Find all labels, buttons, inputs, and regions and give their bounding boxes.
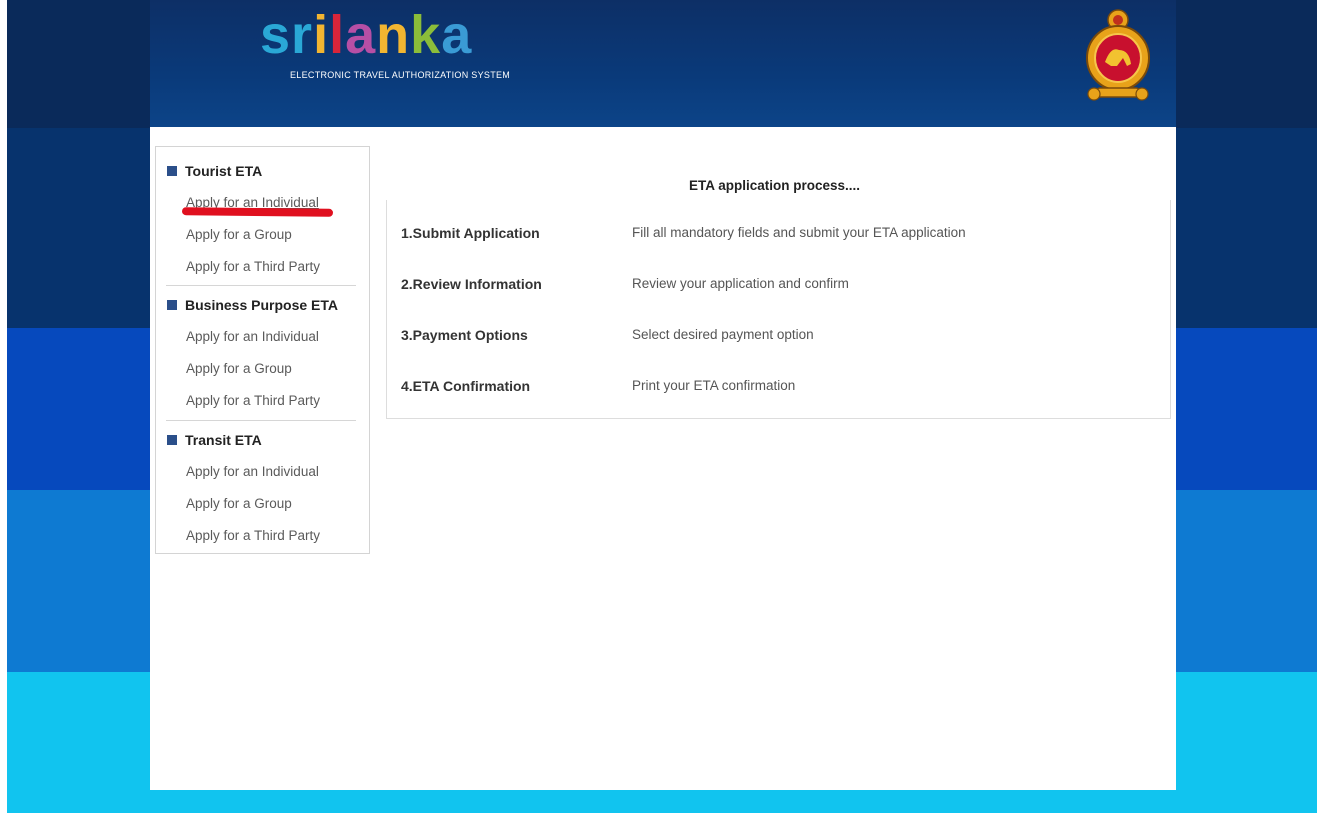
logo-subtitle: ELECTRONIC TRAVEL AUTHORIZATION SYSTEM bbox=[290, 70, 511, 80]
red-highlight-mark bbox=[181, 207, 334, 217]
square-bullet-icon bbox=[167, 435, 177, 445]
business-apply-third-party-link[interactable]: Apply for a Third Party bbox=[186, 393, 320, 408]
section-divider bbox=[166, 285, 356, 286]
business-apply-individual-link[interactable]: Apply for an Individual bbox=[186, 329, 319, 344]
transit-apply-third-party-link[interactable]: Apply for a Third Party bbox=[186, 528, 320, 543]
transit-apply-group-link[interactable]: Apply for a Group bbox=[186, 496, 292, 511]
sri-lanka-emblem-icon bbox=[1086, 9, 1150, 101]
step-name: 2.Review Information bbox=[401, 276, 542, 292]
section-divider bbox=[166, 420, 356, 421]
process-title: ETA application process.... bbox=[689, 178, 861, 193]
section-title-business-eta: Business Purpose ETA bbox=[167, 297, 338, 313]
square-bullet-icon bbox=[167, 300, 177, 310]
square-bullet-icon bbox=[167, 166, 177, 176]
step-description: Select desired payment option bbox=[632, 327, 814, 342]
page-container: srilanka ELECTRONIC TRAVEL AUTHORIZATION… bbox=[150, 0, 1176, 790]
step-name: 4.ETA Confirmation bbox=[401, 378, 531, 394]
logo-wordmark: srilanka bbox=[260, 5, 473, 65]
step-description: Print your ETA confirmation bbox=[632, 378, 796, 393]
section-title-transit-eta: Transit ETA bbox=[167, 432, 262, 448]
step-description: Fill all mandatory fields and submit you… bbox=[632, 225, 966, 240]
step-name: 1.Submit Application bbox=[401, 225, 540, 241]
step-description: Review your application and confirm bbox=[632, 276, 849, 291]
srilanka-logo[interactable]: srilanka ELECTRONIC TRAVEL AUTHORIZATION… bbox=[260, 4, 580, 84]
process-steps-panel: 1.Submit Application Fill all mandatory … bbox=[386, 200, 1171, 419]
tourist-apply-third-party-link[interactable]: Apply for a Third Party bbox=[186, 259, 320, 274]
site-header: srilanka ELECTRONIC TRAVEL AUTHORIZATION… bbox=[150, 0, 1176, 127]
business-apply-group-link[interactable]: Apply for a Group bbox=[186, 361, 292, 376]
step-name: 3.Payment Options bbox=[401, 327, 528, 343]
transit-apply-individual-link[interactable]: Apply for an Individual bbox=[186, 464, 319, 479]
section-title-tourist-eta: Tourist ETA bbox=[167, 163, 262, 179]
eta-sidebar-menu: Tourist ETA Apply for an Individual Appl… bbox=[155, 146, 370, 554]
tourist-apply-group-link[interactable]: Apply for a Group bbox=[186, 227, 292, 242]
